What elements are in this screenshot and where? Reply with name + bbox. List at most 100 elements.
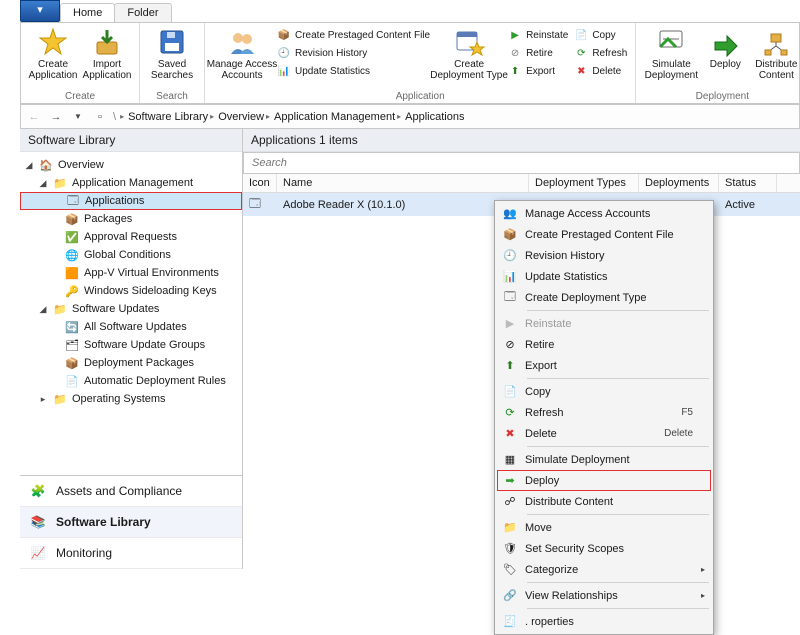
- node-dep-pkg[interactable]: 📦Deployment Packages: [20, 354, 242, 372]
- search-input[interactable]: [244, 153, 799, 173]
- node-sug[interactable]: 🗂Software Update Groups: [20, 336, 242, 354]
- ctx-retire[interactable]: ⊘Retire: [497, 334, 711, 355]
- update-icon: 🔄: [64, 319, 80, 335]
- dropdown-button[interactable]: ▼: [69, 108, 87, 126]
- ctx-copy[interactable]: 📄Copy: [497, 381, 711, 402]
- export-button[interactable]: ⬆Export: [506, 63, 570, 79]
- ctx-prestaged[interactable]: 📦Create Prestaged Content File: [497, 224, 711, 245]
- revision-history-button[interactable]: 🕘Revision History: [275, 45, 432, 61]
- deploy-button[interactable]: Deploy: [702, 25, 748, 72]
- group-label: Search: [156, 90, 188, 103]
- node-globals[interactable]: 🌐Global Conditions: [20, 246, 242, 264]
- node-os[interactable]: ▸📁Operating Systems: [20, 390, 242, 408]
- ctx-manage-access[interactable]: 👥Manage Access Accounts: [497, 203, 711, 224]
- play-icon: ▶: [501, 315, 519, 333]
- distribute-icon: ☍: [501, 493, 519, 511]
- history-icon: 🕘: [277, 46, 291, 60]
- box-icon: 📦: [64, 355, 80, 371]
- saved-searches-button[interactable]: Saved Searches: [146, 25, 198, 83]
- row-name: Adobe Reader X (10.1.0): [277, 197, 529, 213]
- delete-button[interactable]: ✖Delete: [572, 63, 629, 79]
- reinstate-button[interactable]: ▶Reinstate: [506, 27, 570, 43]
- delete-icon: ✖: [501, 425, 519, 443]
- workspace-monitoring[interactable]: 📈Monitoring: [20, 538, 242, 569]
- app-menu-button[interactable]: ▾: [20, 0, 60, 22]
- ctx-export[interactable]: ⬆Export: [497, 355, 711, 376]
- simulate-deployment-button[interactable]: Simulate Deployment: [642, 25, 700, 83]
- ribbon-group-deployment: Simulate Deployment Deploy Distribute Co…: [636, 23, 800, 103]
- ctx-create-dt[interactable]: 🗔Create Deployment Type: [497, 287, 711, 308]
- manage-access-accounts-button[interactable]: Manage Access Accounts: [211, 25, 273, 83]
- node-appv[interactable]: 🟧App-V Virtual Environments: [20, 264, 242, 282]
- users-icon: [227, 27, 257, 57]
- node-all-updates[interactable]: 🔄All Software Updates: [20, 318, 242, 336]
- group-label: Application: [396, 90, 445, 103]
- retire-icon: ⊘: [508, 46, 522, 60]
- node-adr[interactable]: 📄Automatic Deployment Rules: [20, 372, 242, 390]
- check-icon: ✅: [64, 229, 80, 245]
- copy-button[interactable]: 📄Copy: [572, 27, 629, 43]
- ctx-move[interactable]: 📁Move: [497, 517, 711, 538]
- crumb-root[interactable]: ▸: [120, 112, 124, 121]
- shield-icon: 🛡: [501, 540, 519, 558]
- home-icon: 🏠: [38, 157, 54, 173]
- import-icon: [92, 27, 122, 57]
- col-name[interactable]: Name: [277, 174, 529, 192]
- tab-home[interactable]: Home: [60, 3, 115, 22]
- ctx-distribute[interactable]: ☍Distribute Content: [497, 491, 711, 512]
- node-app-mgmt[interactable]: ◢📁Application Management: [20, 174, 242, 192]
- refresh-button[interactable]: ⟳Refresh: [572, 45, 629, 61]
- main-title: Applications 1 items: [243, 129, 800, 152]
- crumb-overview[interactable]: Overview▸: [218, 111, 270, 123]
- ctx-simulate[interactable]: ▦Simulate Deployment: [497, 449, 711, 470]
- ctx-delete[interactable]: ✖DeleteDelete: [497, 423, 711, 444]
- crumb-app-mgmt[interactable]: Application Management▸: [274, 111, 401, 123]
- col-dt[interactable]: Deployment Types: [529, 174, 639, 192]
- node-sideload[interactable]: 🔑Windows Sideloading Keys: [20, 282, 242, 300]
- create-application-button[interactable]: Create Application: [27, 25, 79, 83]
- rule-icon: 📄: [64, 373, 80, 389]
- node-applications[interactable]: 🗔Applications: [20, 192, 242, 210]
- ctx-revision[interactable]: 🕘Revision History: [497, 245, 711, 266]
- node-overview[interactable]: ◢🏠Overview: [20, 156, 242, 174]
- link-icon: 🔗: [501, 587, 519, 605]
- ctx-scopes[interactable]: 🛡Set Security Scopes: [497, 538, 711, 559]
- ctx-categorize[interactable]: 🏷Categorize▸: [497, 559, 711, 580]
- workspace-assets[interactable]: 🧩Assets and Compliance: [20, 476, 242, 507]
- create-prestaged-button[interactable]: 📦Create Prestaged Content File: [275, 27, 432, 43]
- workspace-library[interactable]: 📚Software Library: [20, 507, 242, 538]
- ctx-refresh[interactable]: ⟳RefreshF5: [497, 402, 711, 423]
- ctx-deploy[interactable]: ➡Deploy: [497, 470, 711, 491]
- star-icon: [38, 27, 68, 57]
- deploy-icon: ➡: [501, 472, 519, 490]
- update-statistics-button[interactable]: 📊Update Statistics: [275, 63, 432, 79]
- export-icon: ⬆: [501, 357, 519, 375]
- ctx-properties[interactable]: 🧾. roperties: [497, 611, 711, 632]
- import-application-button[interactable]: Import Application: [81, 25, 133, 83]
- deploy-icon: [710, 27, 740, 57]
- distribute-icon: [761, 27, 791, 57]
- col-status[interactable]: Status: [719, 174, 777, 192]
- create-deployment-type-button[interactable]: Create Deployment Type: [434, 25, 504, 83]
- crumb-software-library[interactable]: Software Library▸: [128, 111, 214, 123]
- folder-icon: 📁: [52, 391, 68, 407]
- row-status: Active: [719, 197, 777, 213]
- node-updates[interactable]: ◢📁Software Updates: [20, 300, 242, 318]
- node-approval[interactable]: ✅Approval Requests: [20, 228, 242, 246]
- retire-button[interactable]: ⊘Retire: [506, 45, 570, 61]
- back-button[interactable]: ←: [25, 108, 43, 126]
- navigation-pane: Software Library ◢🏠Overview ◢📁Applicatio…: [20, 129, 243, 569]
- simulate-icon: ▦: [501, 451, 519, 469]
- ribbon-group-application: Manage Access Accounts 📦Create Prestaged…: [205, 23, 636, 103]
- col-icon[interactable]: Icon: [243, 174, 277, 192]
- forward-button[interactable]: →: [47, 108, 65, 126]
- node-packages[interactable]: 📦Packages: [20, 210, 242, 228]
- col-dep[interactable]: Deployments: [639, 174, 719, 192]
- tab-folder[interactable]: Folder: [114, 3, 171, 22]
- group-label: Create: [65, 90, 95, 103]
- search-box[interactable]: [243, 152, 800, 174]
- crumb-applications[interactable]: Applications: [405, 111, 464, 123]
- ctx-view-rel[interactable]: 🔗View Relationships▸: [497, 585, 711, 606]
- distribute-content-button[interactable]: Distribute Content: [750, 25, 800, 83]
- ctx-update-stats[interactable]: 📊Update Statistics: [497, 266, 711, 287]
